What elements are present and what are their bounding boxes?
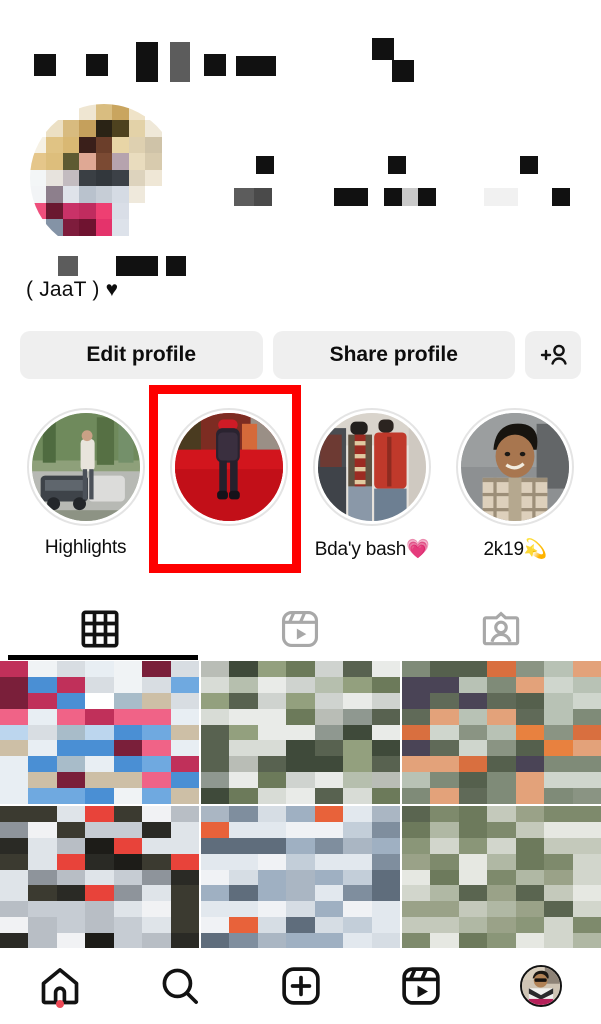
post-thumbnail[interactable] <box>201 661 400 804</box>
redaction-block <box>116 256 158 276</box>
highlight-label-2: Bda'y bash💗 <box>314 539 430 560</box>
highlight-ring <box>313 408 432 526</box>
redaction-block <box>236 56 276 76</box>
username-header-row[interactable] <box>0 18 601 82</box>
nav-home[interactable] <box>0 948 120 1024</box>
tab-grid[interactable] <box>0 598 200 660</box>
redaction-block <box>256 156 274 174</box>
redaction-block <box>58 256 78 276</box>
profile-avatar[interactable] <box>30 104 178 252</box>
redaction-block <box>418 188 436 206</box>
redaction-block <box>234 188 254 206</box>
nav-reels[interactable] <box>361 948 481 1024</box>
highlight-ring <box>456 408 575 526</box>
highlight-item-3[interactable]: 2k19💫 <box>444 408 587 563</box>
redaction-block <box>552 188 570 206</box>
highlight-item-0[interactable]: Highlights <box>14 408 157 563</box>
profile-tab-bar <box>0 598 601 660</box>
plus-square-icon <box>279 964 323 1008</box>
bottom-navigation-bar <box>0 948 601 1024</box>
redaction-block <box>384 188 402 206</box>
tagged-icon <box>480 608 522 650</box>
redaction-block <box>170 42 190 82</box>
nav-create[interactable] <box>240 948 360 1024</box>
redaction-block <box>388 156 406 174</box>
redaction-block <box>166 256 186 276</box>
profile-action-buttons: Edit profile Share profile <box>0 331 601 381</box>
highlight-ring <box>169 408 288 526</box>
add-person-button[interactable] <box>525 331 581 379</box>
profile-display-name: ( JaaT ) ♥ <box>26 278 119 301</box>
post-thumbnail[interactable] <box>402 806 601 949</box>
active-tab-underline <box>8 655 198 660</box>
highlight-label-0: Highlights <box>44 537 127 558</box>
highlight-label-3: 2k19💫 <box>483 539 548 560</box>
redaction-block <box>136 42 158 82</box>
highlight-cover-1 <box>174 413 283 521</box>
redaction-block <box>34 54 56 76</box>
instagram-profile-screen: ( JaaT ) ♥ Edit profile Share profile Hi… <box>0 0 601 1024</box>
add-person-icon <box>538 342 568 368</box>
redaction-block <box>334 188 368 206</box>
redaction-block <box>372 38 394 60</box>
highlight-cover-0 <box>31 413 140 521</box>
highlight-ring <box>26 408 145 526</box>
redaction-block <box>520 156 538 174</box>
home-notification-badge <box>56 1000 65 1008</box>
redaction-block <box>402 188 418 206</box>
highlight-item-2[interactable]: Bda'y bash💗 <box>301 408 444 563</box>
tab-tagged[interactable] <box>401 598 601 660</box>
redaction-block <box>86 54 108 76</box>
redaction-block <box>392 60 414 82</box>
post-thumbnail[interactable] <box>0 661 199 804</box>
tab-reels[interactable] <box>200 598 400 660</box>
reels-icon <box>279 608 321 650</box>
post-thumbnail[interactable] <box>201 806 400 949</box>
share-profile-button[interactable]: Share profile <box>272 331 515 379</box>
story-highlights-row: Highlights Bda'y bash💗 2k19💫 <box>0 408 601 563</box>
highlight-cover-2 <box>318 413 427 521</box>
nav-profile[interactable] <box>481 948 601 1024</box>
avatar-pixels <box>30 104 178 252</box>
edit-profile-button[interactable]: Edit profile <box>20 331 263 379</box>
post-thumbnail[interactable] <box>0 806 199 949</box>
highlight-cover-3 <box>461 413 570 521</box>
search-icon <box>158 964 202 1008</box>
nav-search[interactable] <box>120 948 240 1024</box>
profile-avatar-small <box>519 965 562 1007</box>
post-grid <box>0 661 601 949</box>
post-thumbnail[interactable] <box>402 661 601 804</box>
highlight-item-1[interactable] <box>157 408 300 563</box>
redaction-block <box>254 188 272 206</box>
reels-icon <box>399 964 443 1008</box>
grid-icon <box>80 609 120 649</box>
redaction-block <box>204 54 226 76</box>
redaction-block <box>484 188 518 206</box>
